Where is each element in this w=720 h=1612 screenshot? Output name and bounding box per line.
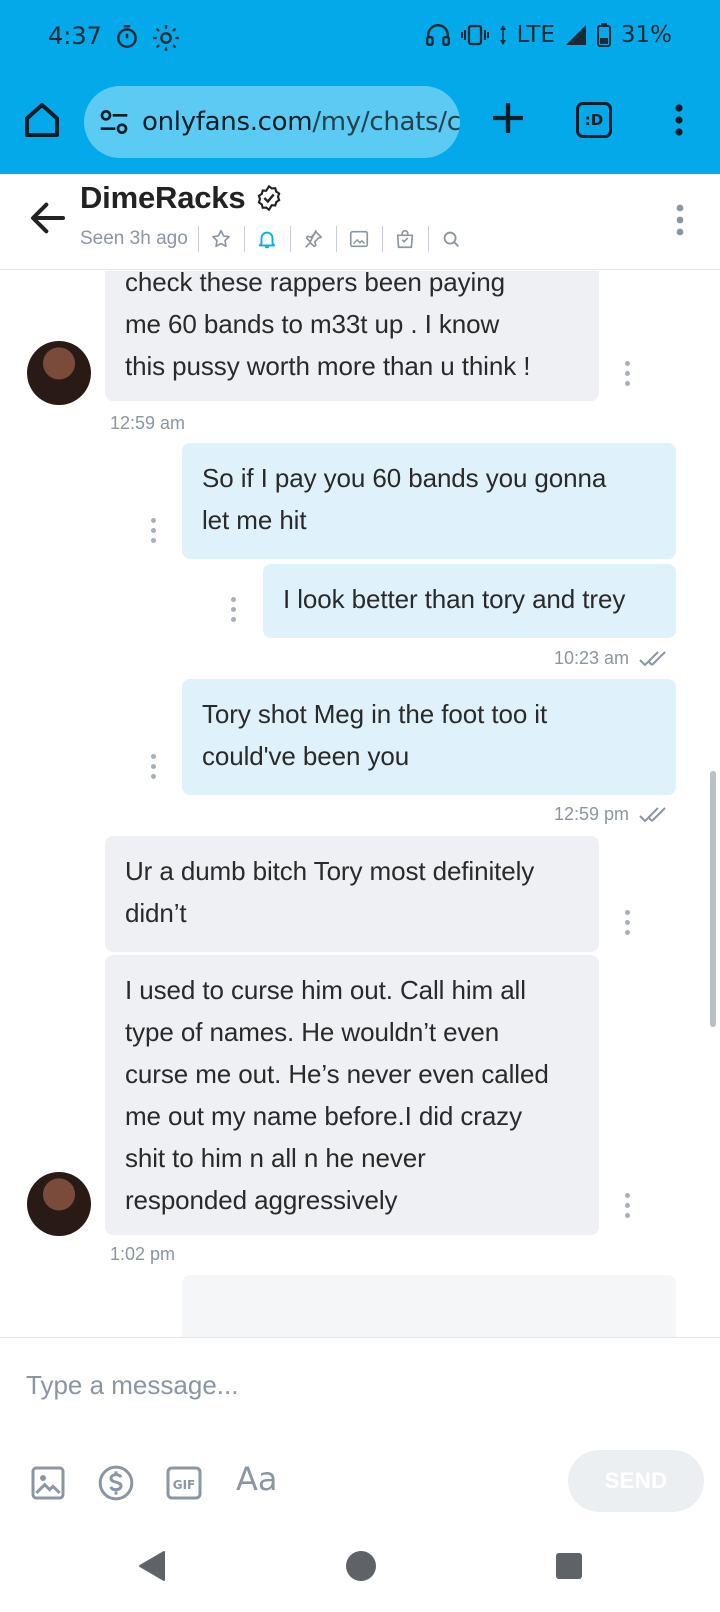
outgoing-message[interactable] xyxy=(182,1275,676,1337)
url-text[interactable]: onlyfans.com/my/chats/c xyxy=(142,107,460,137)
site-settings-icon[interactable] xyxy=(98,106,130,138)
divider xyxy=(381,226,383,252)
avatar[interactable] xyxy=(27,341,91,405)
message-line: me out my name before.I did crazy xyxy=(125,1101,522,1131)
divider xyxy=(335,226,337,252)
outgoing-message[interactable]: So if I pay you 60 bands you gonna let m… xyxy=(182,443,676,559)
message-options-icon[interactable] xyxy=(622,1191,632,1221)
message-line: I look better than tory and trey xyxy=(283,584,626,614)
star-icon[interactable] xyxy=(210,228,232,250)
message-line: could've been you xyxy=(202,741,410,771)
message-line: So if I pay you 60 bands you gonna xyxy=(202,463,607,493)
message-options-icon[interactable] xyxy=(622,908,632,938)
message-time: 12:59 am xyxy=(110,413,186,433)
image-gallery-icon[interactable] xyxy=(348,228,370,250)
url-host: onlyfans.com xyxy=(142,107,313,137)
divider xyxy=(289,226,291,252)
status-bar: 4:37 LTE 31% xyxy=(0,0,720,74)
system-navigation-bar xyxy=(0,1522,720,1612)
message-options-icon[interactable] xyxy=(148,516,158,546)
url-path: /my/chats/c xyxy=(312,107,460,137)
message-line: curse me out. He’s never even called xyxy=(125,1059,549,1089)
divider xyxy=(243,226,245,252)
divider xyxy=(197,226,199,252)
gif-icon[interactable]: GIF xyxy=(164,1463,204,1503)
network-type: LTE xyxy=(516,22,555,48)
message-line: shit to him n all n he never xyxy=(125,1143,426,1173)
bell-icon[interactable] xyxy=(256,228,278,250)
message-line: I used to curse him out. Call him all xyxy=(125,975,526,1005)
system-browser-bar: 4:37 LTE 31% onlyfans.com/my/chats/c :D xyxy=(0,0,720,174)
outgoing-message[interactable]: I look better than tory and trey xyxy=(263,564,676,638)
read-receipt-icon xyxy=(639,651,666,667)
back-arrow-icon[interactable] xyxy=(28,198,68,238)
status-time: 4:37 xyxy=(48,22,102,50)
headphones-icon xyxy=(425,24,450,46)
message-time: 1:02 pm xyxy=(110,1244,176,1264)
tip-dollar-icon[interactable] xyxy=(96,1463,136,1503)
data-arrows-icon xyxy=(499,25,506,45)
message-time: 12:59 pm xyxy=(554,804,630,824)
last-seen-text: Seen 3h ago xyxy=(80,228,188,249)
browser-toolbar: onlyfans.com/my/chats/c :D xyxy=(0,82,720,162)
tab-switcher-button[interactable]: :D xyxy=(576,102,612,138)
brightness-icon xyxy=(153,25,179,51)
message-line: responded aggressively xyxy=(125,1185,398,1215)
message-list[interactable]: check these rappers been paying me 60 ba… xyxy=(0,271,720,1337)
address-bar[interactable]: onlyfans.com/my/chats/c xyxy=(84,86,460,158)
search-icon[interactable] xyxy=(440,228,462,250)
new-tab-icon[interactable] xyxy=(488,98,528,138)
message-line: let me hit xyxy=(202,505,307,535)
send-button[interactable]: SEND xyxy=(568,1450,704,1512)
nav-back-icon[interactable] xyxy=(138,1550,166,1582)
incoming-message[interactable]: Ur a dumb bitch Tory most definitely did… xyxy=(105,836,599,952)
message-input[interactable] xyxy=(26,1360,686,1410)
message-line: check these rappers been paying xyxy=(125,271,505,297)
divider xyxy=(427,226,429,252)
message-line: me 60 bands to m33t up . I know xyxy=(125,309,500,339)
chat-contact-name[interactable]: DimeRacks xyxy=(80,180,246,216)
gif-label: GIF xyxy=(173,1478,196,1492)
scrollbar[interactable] xyxy=(710,771,716,1027)
avatar[interactable] xyxy=(27,1172,91,1236)
chat-header: DimeRacks Seen 3h ago xyxy=(0,174,720,270)
purchases-bag-icon[interactable] xyxy=(394,228,416,250)
incoming-message[interactable]: I used to curse him out. Call him all ty… xyxy=(105,955,599,1235)
vibrate-icon xyxy=(460,24,489,46)
message-options-icon[interactable] xyxy=(622,359,632,389)
browser-menu-icon[interactable] xyxy=(664,100,694,140)
nav-home-icon[interactable] xyxy=(346,1551,376,1581)
battery-icon xyxy=(596,23,611,47)
pin-icon[interactable] xyxy=(302,228,324,250)
message-composer: GIF Aa SEND xyxy=(0,1337,720,1522)
message-line: Tory shot Meg in the foot too it xyxy=(202,699,548,729)
signal-icon xyxy=(565,25,586,45)
battery-percent: 31% xyxy=(620,22,672,48)
verified-badge-icon xyxy=(257,184,281,212)
watermark: LEAKGALLERY.COM xyxy=(220,794,475,821)
message-line: didn’t xyxy=(125,898,187,928)
message-line: type of names. He wouldn’t even xyxy=(125,1017,500,1047)
message-time: 10:23 am xyxy=(554,648,630,668)
media-image-icon[interactable] xyxy=(28,1463,68,1503)
outgoing-message[interactable]: Tory shot Meg in the foot too it could'v… xyxy=(182,679,676,795)
chat-options-icon[interactable] xyxy=(668,200,692,240)
read-receipt-icon xyxy=(639,807,666,823)
nav-recents-icon[interactable] xyxy=(556,1553,582,1579)
message-options-icon[interactable] xyxy=(228,595,238,625)
home-icon[interactable] xyxy=(22,100,62,140)
incoming-message[interactable]: check these rappers been paying me 60 ba… xyxy=(105,271,599,401)
timer-icon xyxy=(117,24,137,48)
message-line: Ur a dumb bitch Tory most definitely xyxy=(125,856,535,886)
text-format-icon[interactable]: Aa xyxy=(236,1460,278,1498)
message-line: this pussy worth more than u think ! xyxy=(125,351,531,381)
message-options-icon[interactable] xyxy=(148,752,158,782)
